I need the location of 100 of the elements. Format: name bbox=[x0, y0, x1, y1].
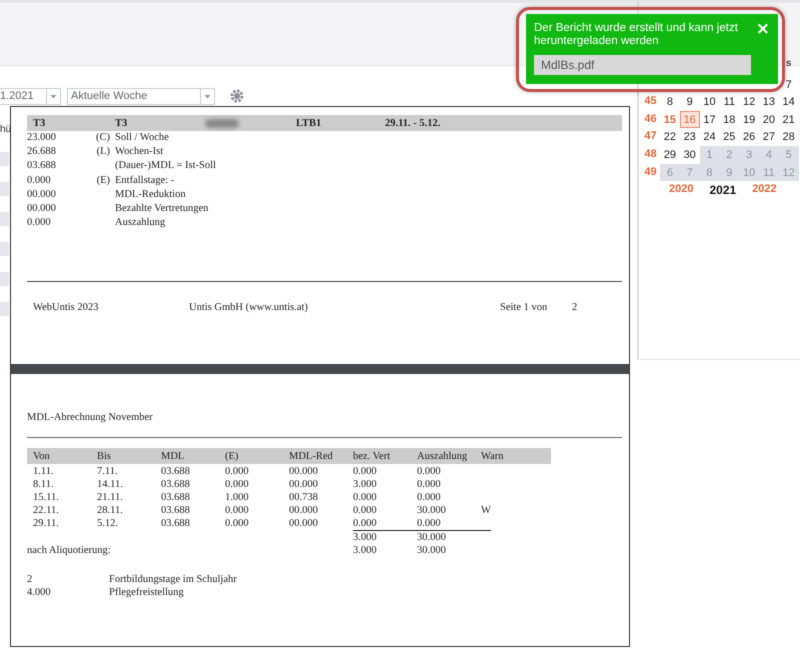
column-header: (E) bbox=[225, 450, 240, 462]
header-text: T3 bbox=[115, 118, 128, 128]
table-cell-text: 8.11. bbox=[33, 478, 55, 491]
column-header: MDL-Red bbox=[289, 450, 334, 462]
calendar-day[interactable]: 10 bbox=[700, 93, 720, 111]
settings-icon[interactable] bbox=[229, 88, 245, 104]
table-cell-text: 0.000 bbox=[225, 465, 250, 478]
calendar-day[interactable]: 18 bbox=[719, 110, 740, 128]
table-cell-text: 3.000 bbox=[353, 478, 378, 491]
week-number: 45 bbox=[643, 94, 658, 110]
table-cell-text: 0.000 bbox=[417, 491, 442, 504]
label-text: (Dauer-)MDL = Ist-Soll bbox=[115, 159, 217, 174]
report-title: MDL-Abrechnung November bbox=[27, 412, 154, 423]
calendar-day[interactable]: 14 bbox=[778, 93, 799, 111]
calendar-day[interactable]: 9 bbox=[680, 93, 700, 111]
value-text: 23.000 bbox=[27, 131, 57, 145]
calendar-day[interactable]: 21 bbox=[778, 110, 799, 128]
table-cell-text: 0.000 bbox=[417, 478, 442, 491]
table-cell-text: 0.000 bbox=[353, 517, 378, 530]
value-text: 0.000 bbox=[27, 174, 52, 188]
calendar-day[interactable]: 13 bbox=[758, 93, 779, 111]
value-text: 03.688 bbox=[27, 159, 57, 174]
calendar-day[interactable]: 27 bbox=[758, 128, 779, 146]
page-label: Seite 1 von bbox=[500, 302, 548, 314]
table-cell-text: 7.11. bbox=[97, 465, 119, 478]
label-text: Entfallstage: - bbox=[115, 174, 176, 188]
table-cell-text: 3.000 bbox=[353, 544, 378, 557]
header-text: LTB1 bbox=[296, 118, 322, 128]
table-cell-text: 03.688 bbox=[161, 491, 191, 504]
download-link[interactable]: MdlBs.pdf bbox=[534, 55, 751, 75]
table-cell-text: 03.688 bbox=[161, 504, 191, 517]
calendar-day[interactable]: 11 bbox=[719, 93, 740, 111]
table-cell-text: 0.000 bbox=[353, 504, 378, 517]
calendar-day[interactable]: 28 bbox=[778, 128, 799, 146]
week-select[interactable]: Aktuelle Woche bbox=[67, 88, 215, 104]
notification-message: Der Bericht wurde erstellt und kann jetzt heruntergeladen werden bbox=[534, 22, 739, 48]
value-text: 4.000 bbox=[27, 586, 52, 599]
table-cell-text: 30.000 bbox=[417, 531, 447, 544]
table-cell-text: 3.000 bbox=[353, 531, 378, 544]
code-text: (E) bbox=[96, 174, 110, 188]
list-row bbox=[0, 272, 9, 286]
table-cell-text: 1.11. bbox=[33, 465, 55, 478]
code-text: (L) bbox=[96, 145, 110, 160]
table-cell-text: 00.738 bbox=[289, 491, 319, 504]
table-cell-text: W bbox=[481, 504, 492, 517]
table-cell-text: 0.000 bbox=[225, 504, 250, 517]
footer-text: WebUntis 2023 bbox=[33, 302, 100, 314]
value-text: 0.000 bbox=[27, 216, 52, 230]
calendar-day[interactable]: 8 bbox=[660, 93, 680, 111]
column-header: Bis bbox=[97, 450, 112, 462]
table-cell-text: 0.000 bbox=[225, 478, 250, 491]
table-cell-text: 0.000 bbox=[417, 517, 442, 530]
value-text: 00.000 bbox=[27, 188, 57, 202]
label-text: Soll / Woche bbox=[115, 131, 170, 145]
calendar-day[interactable]: 29 bbox=[660, 146, 680, 164]
column-header: MDL bbox=[161, 450, 186, 462]
calendar-day[interactable]: 17 bbox=[700, 110, 720, 128]
value-text: 00.000 bbox=[27, 202, 57, 216]
calendar-day[interactable]: 22 bbox=[660, 128, 680, 146]
calendar-day[interactable]: 12 bbox=[739, 93, 759, 111]
calendar-day[interactable]: 25 bbox=[719, 128, 740, 146]
date-field[interactable]: 1.2021 bbox=[0, 88, 61, 104]
year-link[interactable]: 2021 bbox=[709, 183, 736, 198]
table-cell-text: 00.000 bbox=[289, 517, 319, 530]
calendar-day[interactable]: 7 bbox=[778, 76, 799, 94]
list-row bbox=[0, 302, 9, 316]
blurred-text bbox=[205, 118, 239, 128]
label-text: Auszahlung bbox=[115, 216, 166, 230]
calendar-day[interactable]: 20 bbox=[758, 110, 779, 128]
week-number: 49 bbox=[643, 164, 658, 180]
table-cell-text: 03.688 bbox=[161, 465, 191, 478]
calendar-day[interactable]: 19 bbox=[739, 110, 759, 128]
week-number: 46 bbox=[643, 112, 658, 127]
table-cell-text: 22.11. bbox=[33, 504, 60, 517]
calendar-day[interactable]: 26 bbox=[739, 128, 759, 146]
header-text: T3 bbox=[33, 118, 46, 128]
table-cell-text: 15.11. bbox=[33, 491, 60, 504]
label-text: Pflegefreistellung bbox=[109, 586, 185, 599]
table-cell-text: 03.688 bbox=[161, 478, 191, 491]
value-text: 2 bbox=[27, 573, 34, 586]
calendar-day[interactable]: 23 bbox=[680, 128, 700, 146]
calendar-day[interactable]: 24 bbox=[700, 128, 720, 146]
list-row bbox=[0, 152, 9, 166]
week-number: 47 bbox=[643, 129, 658, 144]
list-row bbox=[0, 182, 9, 196]
table-cell-text: 28.11. bbox=[97, 504, 124, 517]
table-cell-text: 00.000 bbox=[289, 478, 319, 491]
label-text: Fortbildungstage im Schuljahr bbox=[109, 573, 238, 586]
aliquot-label: nach Aliquotierung: bbox=[27, 544, 112, 557]
table-cell-text: 0.000 bbox=[353, 491, 378, 504]
table-cell-text: 5.12. bbox=[97, 517, 119, 530]
calendar-day[interactable]: 30 bbox=[680, 146, 700, 164]
page-total: 2 bbox=[572, 302, 578, 314]
column-header: bez. Vert bbox=[353, 450, 392, 462]
table-cell-text: 00.000 bbox=[289, 465, 319, 478]
code-text: (C) bbox=[96, 131, 110, 145]
column-header: Von bbox=[33, 450, 51, 462]
table-cell-text: 0.000 bbox=[417, 465, 442, 478]
table-cell-text: 0.000 bbox=[225, 517, 250, 530]
list-row bbox=[0, 212, 9, 226]
